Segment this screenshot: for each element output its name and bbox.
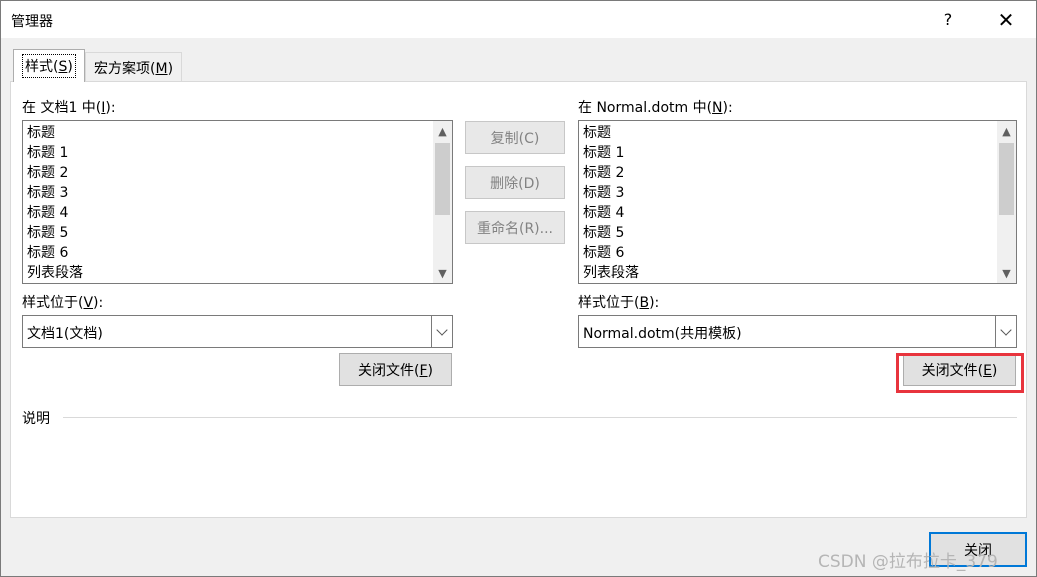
- scroll-up-icon[interactable]: ▲: [433, 121, 452, 141]
- rename-label: 重命名(R)...: [476, 220, 553, 237]
- left-close-file-button[interactable]: 关闭文件(F): [339, 353, 452, 386]
- title-bar: 管理器 ? ✕: [1, 1, 1036, 38]
- left-list-scrollbar[interactable]: ▲ ▼: [433, 121, 452, 283]
- left-location-label: 样式位于(V):: [22, 295, 104, 311]
- rename-button[interactable]: 重命名(R)...: [465, 211, 565, 244]
- list-item[interactable]: 列表段落: [583, 263, 1016, 283]
- left-location-dropdown[interactable]: 文档1(文档): [22, 315, 453, 348]
- help-button[interactable]: ?: [919, 1, 977, 38]
- dropdown-button[interactable]: [431, 316, 452, 347]
- scrollbar-thumb[interactable]: [999, 143, 1014, 215]
- right-close-file-button[interactable]: 关闭文件(E): [903, 353, 1016, 386]
- right-list-scrollbar[interactable]: ▲ ▼: [997, 121, 1016, 283]
- list-item[interactable]: 标题 1: [583, 143, 1016, 163]
- right-location-dropdown[interactable]: Normal.dotm(共用模板): [578, 315, 1017, 348]
- scroll-down-icon[interactable]: ▼: [433, 263, 452, 283]
- list-item[interactable]: 标题 4: [583, 203, 1016, 223]
- list-item[interactable]: 标题 2: [27, 163, 452, 183]
- list-item[interactable]: 标题 4: [27, 203, 452, 223]
- chevron-down-icon: [1000, 323, 1012, 336]
- list-item[interactable]: 标题: [27, 123, 452, 143]
- close-icon: ✕: [997, 7, 1015, 32]
- manager-dialog: 管理器 ? ✕ 样式(S) 宏方案项(M) 在 文档1 中(I): 标题 标题 1…: [0, 0, 1037, 577]
- copy-button[interactable]: 复制(C): [465, 121, 565, 154]
- description-label: 说明: [22, 411, 50, 427]
- list-item[interactable]: 标题 5: [27, 223, 452, 243]
- list-item[interactable]: 标题 1: [27, 143, 452, 163]
- scroll-up-icon[interactable]: ▲: [997, 121, 1016, 141]
- delete-button[interactable]: 删除(D): [465, 166, 565, 199]
- list-item[interactable]: 标题: [583, 123, 1016, 143]
- chevron-down-icon: [436, 323, 448, 336]
- close-window-button[interactable]: ✕: [977, 1, 1035, 38]
- list-item[interactable]: 标题 3: [27, 183, 452, 203]
- description-separator: [63, 417, 1017, 418]
- left-location-value: 文档1(文档): [27, 326, 103, 342]
- left-list-label: 在 文档1 中(I):: [22, 100, 116, 116]
- tab-macro-project-items[interactable]: 宏方案项(M): [85, 52, 183, 82]
- list-item[interactable]: 标题 6: [27, 243, 452, 263]
- list-item[interactable]: 标题 5: [583, 223, 1016, 243]
- tab-styles[interactable]: 样式(S): [13, 49, 85, 82]
- dropdown-button[interactable]: [995, 316, 1016, 347]
- left-close-file-label: 关闭文件(F): [358, 362, 433, 379]
- list-item[interactable]: 标题 6: [583, 243, 1016, 263]
- list-item[interactable]: 标题 3: [583, 183, 1016, 203]
- watermark: CSDN @拉布拉卡_379: [818, 552, 998, 572]
- right-location-label: 样式位于(B):: [578, 295, 660, 311]
- list-item[interactable]: 列表段落: [27, 263, 452, 283]
- scroll-down-icon[interactable]: ▼: [997, 263, 1016, 283]
- right-list-label: 在 Normal.dotm 中(N):: [578, 100, 733, 116]
- list-item[interactable]: 标题 2: [583, 163, 1016, 183]
- right-close-file-label: 关闭文件(E): [921, 362, 998, 379]
- right-location-value: Normal.dotm(共用模板): [583, 326, 742, 342]
- tab-macro-label: 宏方案项(M): [94, 60, 174, 77]
- window-title: 管理器: [11, 14, 53, 30]
- left-styles-list[interactable]: 标题 标题 1 标题 2 标题 3 标题 4 标题 5 标题 6 列表段落 ▲ ▼: [22, 120, 453, 284]
- copy-label: 复制(C): [490, 130, 540, 147]
- help-icon: ?: [943, 10, 953, 29]
- delete-label: 删除(D): [490, 175, 540, 192]
- right-styles-list[interactable]: 标题 标题 1 标题 2 标题 3 标题 4 标题 5 标题 6 列表段落 ▲ ▼: [578, 120, 1017, 284]
- tab-styles-label: 样式(S): [22, 54, 76, 78]
- scrollbar-thumb[interactable]: [435, 143, 450, 215]
